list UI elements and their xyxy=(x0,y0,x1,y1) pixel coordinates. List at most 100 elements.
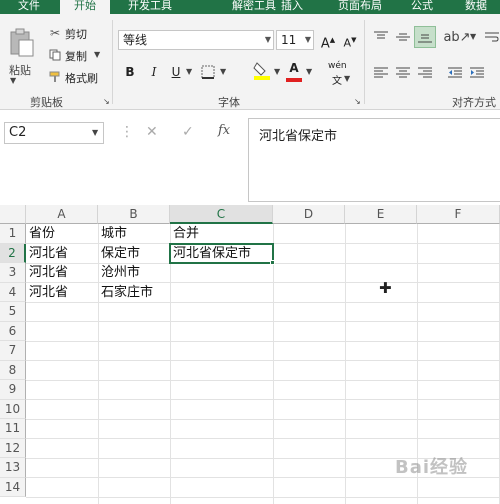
phonetic-wen-icon: 文 xyxy=(332,76,342,87)
underline-button[interactable]: U xyxy=(166,62,186,82)
tab-page-layout[interactable]: 页面布局 xyxy=(328,0,392,14)
cell-b2[interactable]: 保定市 xyxy=(98,244,170,263)
gridline xyxy=(26,379,500,381)
increase-indent-icon[interactable] xyxy=(468,64,486,82)
cut-button[interactable]: 剪切 xyxy=(65,26,87,42)
column-header-e[interactable]: E xyxy=(345,205,417,224)
font-launcher-icon[interactable]: ↘ xyxy=(354,97,361,106)
select-all-corner[interactable] xyxy=(0,205,26,224)
ribbon-tab-bar: 文件 开始 开发工具 解密工具 插入 页面布局 公式 数据 xyxy=(0,0,500,14)
name-box-value: C2 xyxy=(9,125,27,140)
row-header[interactable]: 4 xyxy=(0,282,26,302)
row-header[interactable]: 2 xyxy=(0,243,26,263)
gridline xyxy=(170,224,171,504)
column-header-a[interactable]: A xyxy=(26,205,98,224)
align-center-icon[interactable] xyxy=(394,64,412,82)
row-header[interactable]: 6 xyxy=(0,321,26,341)
chevron-down-icon[interactable]: ▼ xyxy=(305,31,311,49)
align-left-icon[interactable] xyxy=(372,64,390,82)
orientation-icon[interactable]: ab↗ xyxy=(443,28,470,46)
cell-b1[interactable]: 城市 xyxy=(98,224,170,243)
font-color-icon[interactable]: A xyxy=(284,58,304,78)
name-box[interactable]: C2 xyxy=(4,122,104,144)
gridline xyxy=(26,399,500,400)
row-header[interactable]: 5 xyxy=(0,302,26,322)
border-dropdown-icon[interactable]: ▼ xyxy=(220,67,226,76)
font-size-combo[interactable]: 11 ▼ xyxy=(276,30,314,50)
font-group-label: 字体 xyxy=(218,96,240,109)
tab-formulas[interactable]: 公式 xyxy=(402,0,442,14)
gridline xyxy=(26,418,500,420)
bottom-align-icon[interactable] xyxy=(414,26,436,48)
column-header-c[interactable]: C xyxy=(170,205,273,224)
format-painter-icon[interactable] xyxy=(48,70,62,84)
watermark-logo: Bai经验 xyxy=(395,457,469,478)
gridline xyxy=(345,224,346,504)
font-color-swatch xyxy=(286,78,302,82)
column-header-f[interactable]: F xyxy=(417,205,500,224)
row-header[interactable]: 7 xyxy=(0,341,26,361)
orientation-dropdown-icon[interactable]: ▼ xyxy=(470,32,476,41)
fill-color-dropdown-icon[interactable]: ▼ xyxy=(274,67,280,76)
decrease-font-size-icon[interactable]: A▼ xyxy=(340,30,360,50)
font-name-combo[interactable]: 等线 ▼ xyxy=(118,30,274,50)
insert-function-icon[interactable]: fx xyxy=(218,123,230,138)
formula-bar: C2 ▼ ⋮ ✕ ✓ fx 河北省保定市 xyxy=(0,110,500,202)
row-header[interactable]: 10 xyxy=(0,399,26,419)
tab-home[interactable]: 开始 xyxy=(60,0,110,14)
row-header[interactable]: 12 xyxy=(0,438,26,458)
column-header-b[interactable]: B xyxy=(98,205,170,224)
name-box-dropdown-icon[interactable]: ▼ xyxy=(92,128,98,137)
row-header[interactable]: 14 xyxy=(0,477,26,497)
cell-a3[interactable]: 河北省 xyxy=(26,263,98,282)
cancel-icon[interactable]: ✕ xyxy=(146,124,158,140)
wrap-text-icon[interactable] xyxy=(484,28,500,46)
clipboard-group-label: 剪贴板 xyxy=(30,96,63,109)
increase-font-size-icon[interactable]: A▲ xyxy=(318,30,338,51)
tab-developer[interactable]: 开发工具 xyxy=(118,0,182,14)
paste-dropdown-icon[interactable]: ▼ xyxy=(10,76,16,85)
align-right-icon[interactable] xyxy=(416,64,434,82)
tab-insert[interactable]: 插入 xyxy=(270,0,314,14)
cell-b3[interactable]: 沧州市 xyxy=(98,263,170,282)
top-align-icon[interactable] xyxy=(372,28,390,46)
formula-input[interactable]: 河北省保定市 xyxy=(248,118,500,202)
paste-icon[interactable] xyxy=(8,28,36,58)
cell-c1[interactable]: 合并 xyxy=(170,224,273,243)
tab-file[interactable]: 文件 xyxy=(0,0,58,14)
plus-cursor-icon: ✚ xyxy=(379,279,392,297)
copy-button[interactable]: 复制 xyxy=(65,48,87,64)
scissors-icon[interactable]: ✂ xyxy=(48,26,62,40)
cell-a1[interactable]: 省份 xyxy=(26,224,98,243)
row-header[interactable]: 13 xyxy=(0,458,26,478)
middle-align-icon[interactable] xyxy=(394,28,412,46)
border-icon[interactable] xyxy=(200,64,216,80)
row-header[interactable]: 8 xyxy=(0,360,26,380)
fill-handle[interactable] xyxy=(270,260,275,265)
row-header[interactable]: 9 xyxy=(0,380,26,400)
cell-a2[interactable]: 河北省 xyxy=(26,244,98,263)
underline-dropdown-icon[interactable]: ▼ xyxy=(186,67,192,76)
decrease-indent-icon[interactable] xyxy=(446,64,464,82)
row-header[interactable]: 3 xyxy=(0,263,26,283)
cell-b4[interactable]: 石家庄市 xyxy=(98,283,170,302)
phonetic-guide-icon[interactable]: wén xyxy=(328,61,347,71)
italic-button[interactable]: I xyxy=(144,62,164,82)
row-header[interactable]: 1 xyxy=(0,224,26,244)
copy-dropdown-icon[interactable]: ▼ xyxy=(94,50,100,59)
cell-a4[interactable]: 河北省 xyxy=(26,283,98,302)
row-header[interactable]: 11 xyxy=(0,419,26,439)
bold-button[interactable]: B xyxy=(120,62,140,82)
selected-cell-border xyxy=(169,242,274,264)
phonetic-dropdown-icon[interactable]: ▼ xyxy=(344,74,350,83)
font-color-dropdown-icon[interactable]: ▼ xyxy=(306,67,312,76)
format-painter-button[interactable]: 格式刷 xyxy=(65,70,98,86)
chevron-down-icon[interactable]: ▼ xyxy=(265,31,271,49)
copy-icon[interactable] xyxy=(48,48,62,62)
clipboard-launcher-icon[interactable]: ↘ xyxy=(103,97,110,106)
fill-color-icon[interactable] xyxy=(252,60,272,80)
column-header-d[interactable]: D xyxy=(273,205,345,224)
confirm-icon[interactable]: ✓ xyxy=(182,124,194,140)
gridline xyxy=(26,360,500,361)
tab-data[interactable]: 数据 xyxy=(456,0,496,14)
